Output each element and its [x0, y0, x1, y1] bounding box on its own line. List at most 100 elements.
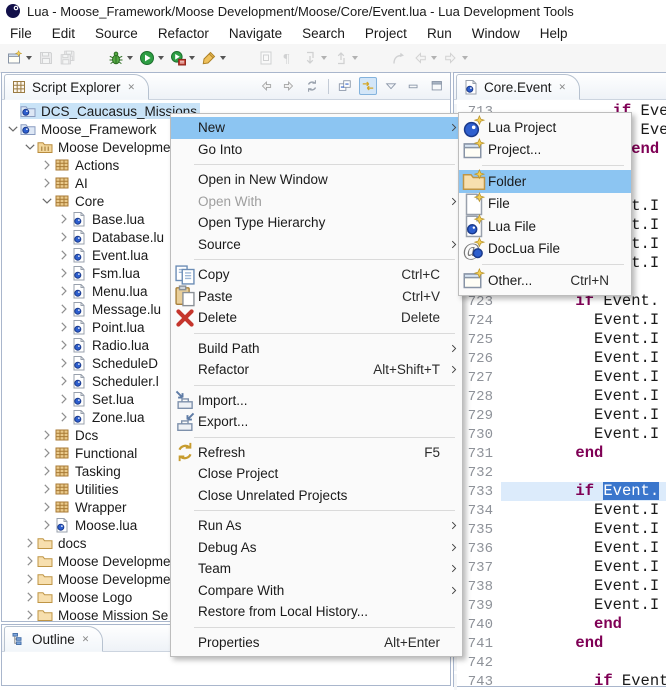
forward-button[interactable] [440, 48, 471, 68]
menubar-item-search[interactable]: Search [292, 24, 355, 43]
new-submenu-item-project[interactable]: Project... [459, 139, 631, 162]
new-wizard-button[interactable] [4, 48, 35, 68]
code-line-724[interactable]: 724 Event.I [454, 311, 666, 330]
show-whitespace-button[interactable]: ¶ [277, 48, 299, 68]
save-all-button[interactable] [57, 48, 79, 68]
code-text[interactable]: Event.I [501, 406, 666, 425]
chevron-right-icon[interactable] [57, 230, 71, 244]
code-line-740[interactable]: 740 end [454, 615, 666, 634]
dropdown-caret-icon[interactable] [321, 56, 327, 60]
tab-script-explorer[interactable]: Script Explorer ✕ [4, 74, 149, 100]
dropdown-caret-icon[interactable] [220, 56, 226, 60]
chevron-right-icon[interactable] [40, 518, 54, 532]
debug-button[interactable] [105, 48, 136, 68]
close-icon[interactable]: ✕ [128, 82, 136, 93]
new-submenu-item-lua-project[interactable]: Lua Project [459, 116, 631, 139]
dropdown-caret-icon[interactable] [26, 56, 32, 60]
collapse-all-button[interactable] [336, 77, 354, 95]
menubar-item-source[interactable]: Source [85, 24, 148, 43]
context-menu-item-new[interactable]: New [171, 117, 462, 139]
chevron-down-icon[interactable] [6, 122, 20, 136]
code-line-739[interactable]: 739 Event.I [454, 596, 666, 615]
back-button[interactable] [409, 48, 440, 68]
run-button[interactable] [136, 48, 167, 68]
code-line-727[interactable]: 727 Event.I [454, 368, 666, 387]
context-menu-item-delete[interactable]: DeleteDelete [171, 307, 462, 329]
code-text[interactable]: end [501, 444, 666, 463]
dropdown-caret-icon[interactable] [158, 56, 164, 60]
chevron-right-icon[interactable] [57, 302, 71, 316]
context-menu-item-team[interactable]: Team [171, 558, 462, 580]
code-text[interactable]: Event.I [501, 501, 666, 520]
code-line-733[interactable]: 733 if Event. [454, 482, 666, 501]
code-text[interactable]: Event.I [501, 520, 666, 539]
minimize-button[interactable] [405, 77, 423, 95]
context-menu-item-properties[interactable]: PropertiesAlt+Enter [171, 632, 462, 654]
chevron-right-icon[interactable] [40, 500, 54, 514]
refresh-view-button[interactable] [303, 77, 321, 95]
menubar-item-refactor[interactable]: Refactor [148, 24, 219, 43]
code-text[interactable]: Event.I [501, 349, 666, 368]
context-menu-item-export[interactable]: Export... [171, 411, 462, 433]
chevron-right-icon[interactable] [57, 356, 71, 370]
tab-outline[interactable]: Outline ✕ [4, 626, 103, 652]
code-line-736[interactable]: 736 Event.I [454, 539, 666, 558]
previous-annotation-button[interactable] [330, 48, 361, 68]
code-line-741[interactable]: 741 end [454, 634, 666, 653]
maximize-button[interactable] [428, 77, 446, 95]
code-line-732[interactable]: 732 [454, 463, 666, 482]
code-text[interactable]: end [501, 634, 666, 653]
dropdown-caret-icon[interactable] [127, 56, 133, 60]
code-text[interactable]: if Event. [501, 482, 666, 501]
chevron-down-icon[interactable] [23, 140, 37, 154]
menubar-item-navigate[interactable]: Navigate [219, 24, 292, 43]
context-menu-item-source[interactable]: Source [171, 234, 462, 256]
new-submenu-item-lua-file[interactable]: Lua File [459, 215, 631, 238]
forward-button[interactable] [280, 77, 298, 95]
code-text[interactable]: Event.I [501, 330, 666, 349]
dropdown-caret-icon[interactable] [189, 56, 195, 60]
new-submenu-item-doclua-file[interactable]: @DocLua File [459, 238, 631, 261]
dropdown-caret-icon[interactable] [352, 56, 358, 60]
code-line-729[interactable]: 729 Event.I [454, 406, 666, 425]
view-menu-button[interactable] [382, 77, 400, 95]
code-text[interactable]: Event.I [501, 577, 666, 596]
new-submenu-item-file[interactable]: File [459, 193, 631, 216]
context-menu-item-run-as[interactable]: Run As [171, 515, 462, 537]
code-text[interactable]: Event.I [501, 596, 666, 615]
code-text[interactable]: Event.I [501, 558, 666, 577]
context-menu-item-refactor[interactable]: RefactorAlt+Shift+T [171, 359, 462, 381]
menubar-item-edit[interactable]: Edit [42, 24, 85, 43]
context-menu-item-close-unrelated-projects[interactable]: Close Unrelated Projects [171, 485, 462, 507]
context-menu-item-paste[interactable]: PasteCtrl+V [171, 286, 462, 308]
menubar-item-file[interactable]: File [0, 24, 42, 43]
context-menu-item-copy[interactable]: CopyCtrl+C [171, 264, 462, 286]
code-text[interactable]: end [501, 615, 666, 634]
code-line-726[interactable]: 726 Event.I [454, 349, 666, 368]
code-line-728[interactable]: 728 Event.I [454, 387, 666, 406]
code-line-734[interactable]: 734 Event.I [454, 501, 666, 520]
code-line-738[interactable]: 738 Event.I [454, 577, 666, 596]
code-line-735[interactable]: 735 Event.I [454, 520, 666, 539]
menubar-item-project[interactable]: Project [355, 24, 417, 43]
mark-occurrences-button[interactable] [255, 48, 277, 68]
chevron-right-icon[interactable] [57, 248, 71, 262]
code-line-737[interactable]: 737 Event.I [454, 558, 666, 577]
chevron-right-icon[interactable] [57, 284, 71, 298]
context-menu-item-refresh[interactable]: RefreshF5 [171, 442, 462, 464]
new-submenu-item-folder[interactable]: Folder [459, 170, 631, 193]
code-text[interactable]: if Event.ta [501, 672, 666, 691]
menubar-item-run[interactable]: Run [417, 24, 462, 43]
chevron-right-icon[interactable] [23, 590, 37, 604]
chevron-right-icon[interactable] [57, 374, 71, 388]
next-annotation-button[interactable] [299, 48, 330, 68]
context-menu-item-open-type-hierarchy[interactable]: Open Type Hierarchy [171, 212, 462, 234]
context-menu-item-open-in-new-window[interactable]: Open in New Window [171, 169, 462, 191]
chevron-right-icon[interactable] [57, 320, 71, 334]
context-menu-item-compare-with[interactable]: Compare With [171, 580, 462, 602]
close-icon[interactable]: ✕ [82, 634, 90, 645]
dropdown-caret-icon[interactable] [462, 56, 468, 60]
code-text[interactable]: Event.I [501, 368, 666, 387]
code-text[interactable]: Event.I [501, 539, 666, 558]
context-menu-item-import[interactable]: Import... [171, 390, 462, 412]
